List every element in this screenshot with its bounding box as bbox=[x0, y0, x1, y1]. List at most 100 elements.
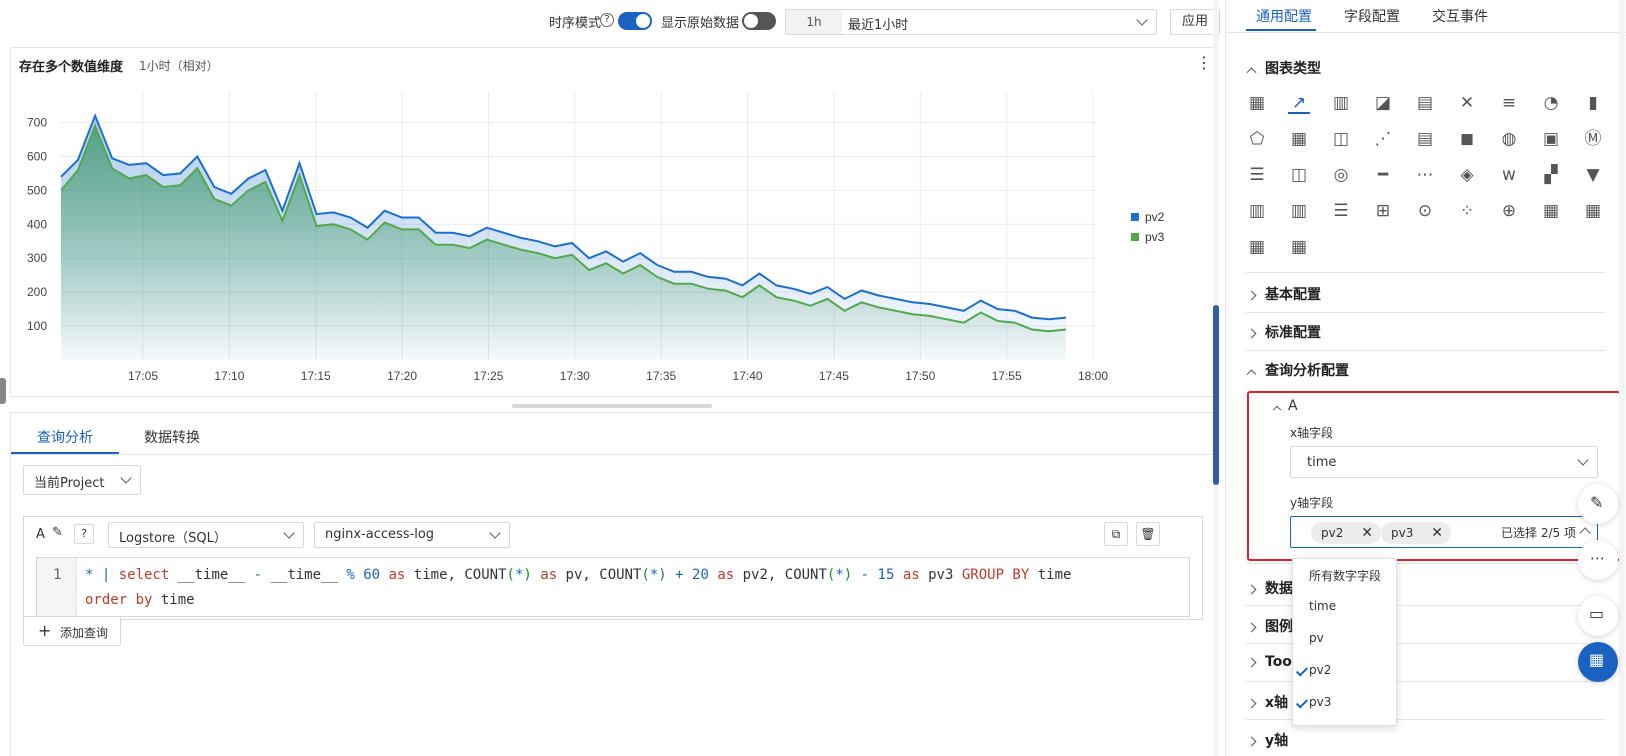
legend-swatch-pv3 bbox=[1131, 233, 1139, 241]
chart-type-stacked-icon[interactable]: ▤ bbox=[1414, 128, 1436, 150]
sidebar-scrollbar[interactable] bbox=[1619, 0, 1625, 756]
y-tick-label: 100 bbox=[27, 319, 47, 333]
section-query-analysis[interactable]: 查询分析配置 bbox=[1246, 360, 1349, 380]
section-data[interactable]: 数据 bbox=[1246, 578, 1293, 598]
store-type-select[interactable]: Logstore（SQL） bbox=[108, 522, 304, 548]
chart-type-image-icon[interactable]: ▣ bbox=[1540, 128, 1562, 150]
dropdown-option-label: pv2 bbox=[1309, 663, 1332, 677]
add-query-button[interactable]: + 添加查询 bbox=[23, 616, 121, 646]
chart-type-dots-icon[interactable]: ⋰ bbox=[1372, 128, 1394, 150]
delete-icon[interactable]: 🗑 bbox=[1136, 522, 1160, 546]
chart-type-bar-icon[interactable]: ▥ bbox=[1330, 92, 1352, 114]
chart-type-funnel-icon[interactable]: ▼ bbox=[1582, 164, 1604, 186]
chart-type-text-line-icon[interactable]: ▤ bbox=[1414, 92, 1436, 114]
query-a-toggle[interactable]: A bbox=[1272, 398, 1298, 415]
x-tick-label: 17:50 bbox=[905, 369, 935, 383]
chart-type-stacked-bar-icon[interactable]: ▥ bbox=[1288, 200, 1310, 222]
chart-type-boxplot-icon[interactable]: ⊕ bbox=[1498, 200, 1520, 222]
chart-type-table-icon[interactable]: ▦ bbox=[1246, 92, 1268, 114]
chat-float-button[interactable]: ▭ bbox=[1578, 596, 1618, 636]
share-float-button[interactable]: ⋯ bbox=[1578, 540, 1618, 580]
chart-type-item-icon[interactable]: ▦ bbox=[1246, 236, 1268, 258]
chart-type-item-icon[interactable]: ▦ bbox=[1288, 236, 1310, 258]
chart-type-grid-table-icon[interactable]: ▦ bbox=[1288, 128, 1310, 150]
section-basic[interactable]: 基本配置 bbox=[1246, 284, 1321, 304]
chart-type-line-icon[interactable]: ↗ bbox=[1288, 92, 1310, 114]
x-tick-label: 17:05 bbox=[128, 369, 158, 383]
chart-type-list-icon[interactable]: ≡ bbox=[1498, 92, 1520, 114]
query-a-label: A bbox=[1288, 398, 1298, 414]
dropdown-option-selected[interactable]: pv3 bbox=[1295, 695, 1331, 709]
section-data-label: 数据 bbox=[1265, 581, 1293, 597]
close-icon[interactable]: ✕ bbox=[1431, 522, 1443, 544]
logstore-select[interactable]: nginx-access-log bbox=[314, 522, 510, 548]
chart-type-histogram-icon[interactable]: ▥ bbox=[1246, 200, 1268, 222]
chart-type-item-icon[interactable]: ▦ bbox=[1540, 200, 1562, 222]
chart-type-wordcloud-alt-icon[interactable]: ◎ bbox=[1330, 164, 1352, 186]
copy-icon[interactable]: ⧉ bbox=[1104, 522, 1128, 546]
time-range-text: 最近1小时 bbox=[848, 18, 909, 33]
dropdown-option[interactable]: pv bbox=[1309, 631, 1324, 645]
chart-type-area-icon[interactable]: ◪ bbox=[1372, 92, 1394, 114]
chart-type-tree-icon[interactable]: ⊞ bbox=[1372, 200, 1394, 222]
chart-type-radar-icon[interactable]: ⬠ bbox=[1246, 128, 1268, 150]
section-legend[interactable]: 图例 bbox=[1246, 616, 1293, 636]
chart-type-map-world-icon[interactable]: ◍ bbox=[1498, 128, 1520, 150]
chart-type-heatmap-icon[interactable]: ▞ bbox=[1540, 164, 1562, 186]
main-scrollbar[interactable] bbox=[1213, 0, 1219, 756]
sql-code-editor[interactable]: 1 * | select __time__ - __time__ % 60 as… bbox=[36, 557, 1190, 617]
chart-type-rank-icon[interactable]: ☰ bbox=[1330, 200, 1352, 222]
x-tick-label: 17:10 bbox=[214, 369, 244, 383]
chart-type-word-cloud-icon[interactable]: w bbox=[1498, 164, 1520, 186]
help-icon[interactable]: ? bbox=[74, 524, 94, 544]
chart-type-column-icon[interactable]: ▮ bbox=[1582, 92, 1604, 114]
raw-data-toggle[interactable] bbox=[742, 12, 776, 30]
section-chart-type[interactable]: 图表类型 bbox=[1246, 58, 1321, 78]
project-select[interactable]: 当前Project bbox=[23, 465, 141, 495]
help-icon[interactable]: ? bbox=[600, 13, 614, 27]
chart-type-steps-icon[interactable]: ⋯ bbox=[1414, 164, 1436, 186]
check-icon bbox=[1295, 664, 1309, 677]
close-icon[interactable]: ✕ bbox=[1361, 522, 1373, 544]
chart-type-map-china-icon[interactable]: ◼ bbox=[1456, 128, 1478, 150]
chart-type-chart-card-icon[interactable]: ◫ bbox=[1288, 164, 1310, 186]
timeseries-toggle[interactable] bbox=[618, 12, 652, 30]
chart-type-bubble-icon[interactable]: ◫ bbox=[1330, 128, 1352, 150]
dropdown-option-selected[interactable]: pv2 bbox=[1295, 663, 1332, 677]
tab-general-config[interactable]: 通用配置 bbox=[1256, 6, 1312, 26]
tab-query-analysis[interactable]: 查询分析 bbox=[37, 427, 93, 447]
chart-type-markdown-icon[interactable]: Ⓜ bbox=[1582, 128, 1604, 150]
apps-float-button[interactable]: ▦ bbox=[1578, 642, 1618, 682]
section-x-axis-label: x轴 bbox=[1265, 695, 1289, 711]
chart-type-list-detail-icon[interactable]: ☰ bbox=[1246, 164, 1268, 186]
section-standard[interactable]: 标准配置 bbox=[1246, 322, 1321, 342]
y-tag-pv3-label: pv3 bbox=[1391, 526, 1414, 540]
chart-type-pie-icon[interactable]: ◔ bbox=[1540, 92, 1562, 114]
dropdown-option[interactable]: time bbox=[1309, 599, 1336, 613]
tab-field-config[interactable]: 字段配置 bbox=[1344, 6, 1400, 26]
section-x-axis[interactable]: x轴 bbox=[1246, 692, 1289, 712]
dropdown-option[interactable]: 所有数字字段 bbox=[1309, 567, 1381, 584]
chart-type-progress-icon[interactable]: ━ bbox=[1372, 164, 1394, 186]
x-field-select[interactable]: time bbox=[1290, 446, 1598, 478]
chart-type-flow-icon[interactable]: ◈ bbox=[1456, 164, 1478, 186]
time-range-select[interactable]: 1h 最近1小时 bbox=[785, 9, 1157, 35]
tab-data-transform[interactable]: 数据转换 bbox=[144, 427, 200, 447]
section-tooltip[interactable]: Tool bbox=[1246, 654, 1297, 670]
chart-type-dot-matrix-icon[interactable]: ⁘ bbox=[1456, 200, 1478, 222]
chart-type-map-point-icon[interactable]: ⊙ bbox=[1414, 200, 1436, 222]
section-y-axis[interactable]: y轴 bbox=[1246, 730, 1288, 750]
query-editor: A ✎ ? Logstore（SQL） nginx-access-log ⧉ 🗑… bbox=[23, 516, 1203, 620]
edit-icon[interactable]: ✎ bbox=[52, 525, 63, 540]
collapse-handle[interactable] bbox=[0, 378, 6, 404]
chevron-down-icon bbox=[1577, 454, 1589, 466]
chart-type-item-icon[interactable]: ▦ bbox=[1582, 200, 1604, 222]
y-tag-pv2: pv2 ✕ bbox=[1311, 522, 1381, 544]
edit-float-button[interactable]: ✎ bbox=[1578, 484, 1618, 524]
resize-handle[interactable] bbox=[512, 404, 712, 408]
y-field-select[interactable]: pv2 ✕ pv3 ✕ 已选择 2/5 项 bbox=[1290, 516, 1598, 548]
add-query-label: 添加查询 bbox=[60, 626, 109, 640]
more-vertical-icon[interactable]: ⋮ bbox=[1196, 54, 1212, 72]
tab-interaction-events[interactable]: 交互事件 bbox=[1432, 6, 1488, 26]
chart-type-scatter-icon[interactable]: ✕ bbox=[1456, 92, 1478, 114]
